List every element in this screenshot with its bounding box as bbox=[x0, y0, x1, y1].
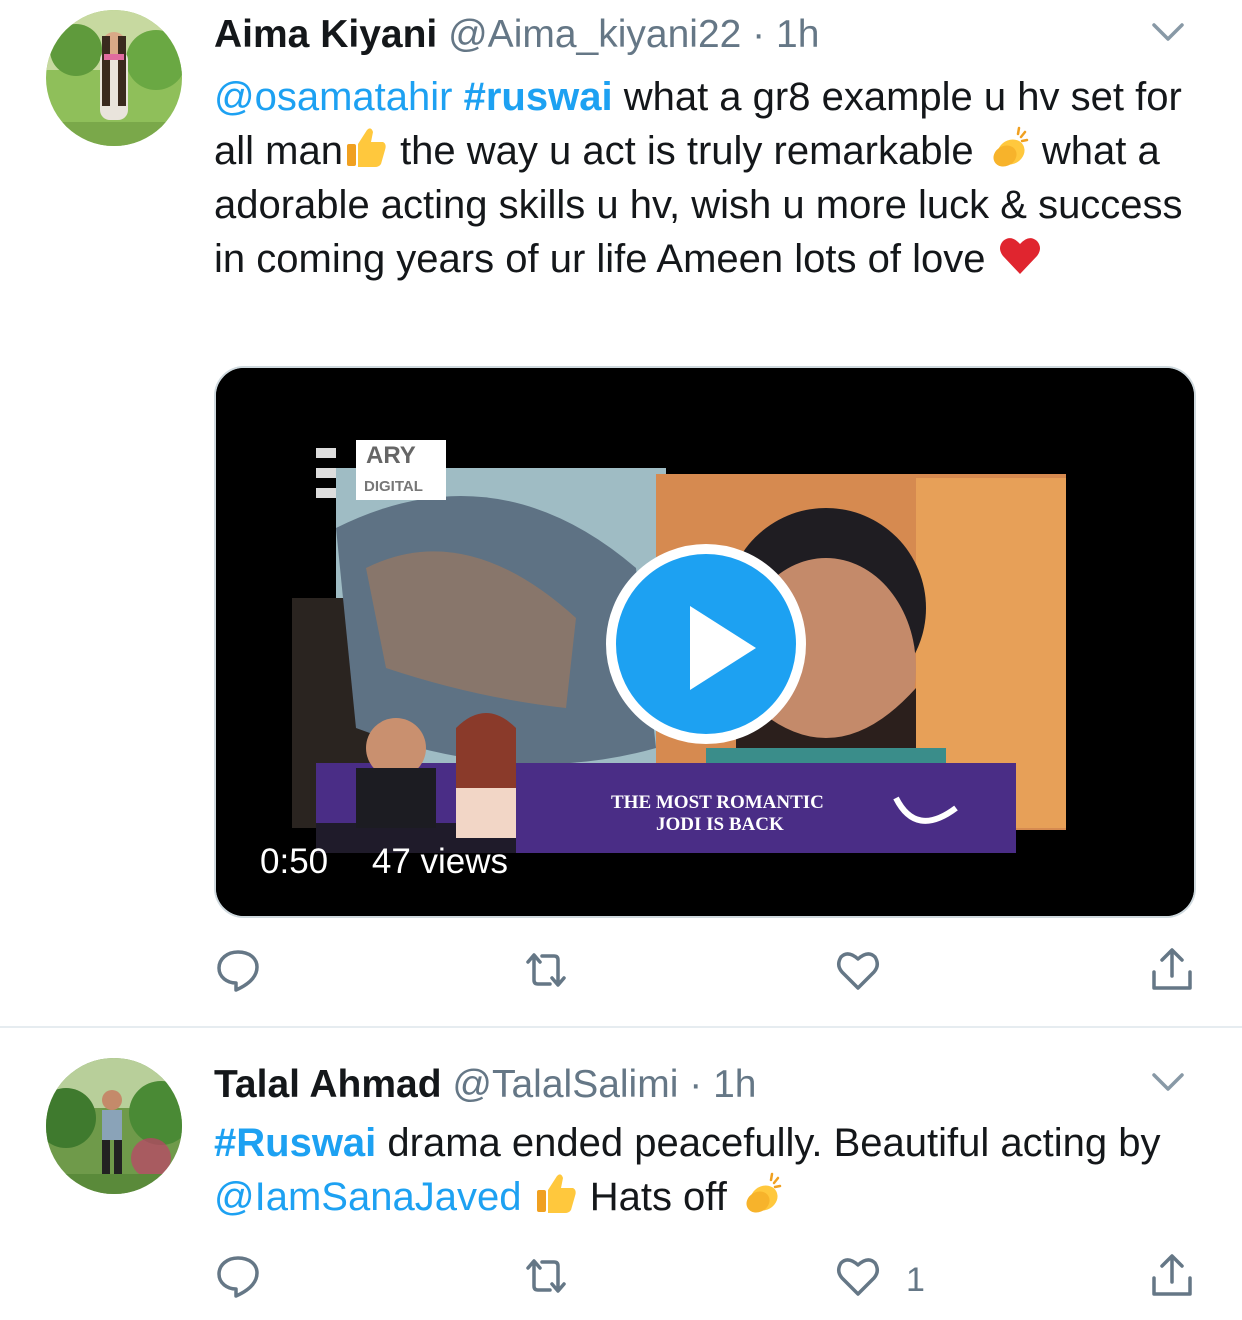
retweet-button[interactable] bbox=[522, 1250, 594, 1310]
tweet-text-segment: drama ended peacefully. Beautiful acting… bbox=[376, 1121, 1161, 1165]
separator-dot: · bbox=[689, 1063, 703, 1106]
timestamp[interactable]: 1h bbox=[713, 1063, 756, 1106]
share-button[interactable] bbox=[1148, 1250, 1220, 1310]
display-name[interactable]: Talal Ahmad bbox=[214, 1063, 442, 1106]
like-button[interactable] bbox=[834, 944, 906, 1004]
tweet-actions bbox=[214, 944, 1204, 1004]
chevron-down-icon[interactable] bbox=[1150, 14, 1186, 50]
reply-icon bbox=[214, 946, 262, 1003]
share-button[interactable] bbox=[1148, 944, 1220, 1004]
share-icon bbox=[1148, 1252, 1196, 1309]
reply-icon bbox=[214, 1252, 262, 1309]
reply-button[interactable] bbox=[214, 944, 286, 1004]
clapping-hands-emoji bbox=[738, 1170, 784, 1216]
ary-logo-text: ARY bbox=[366, 442, 416, 469]
tweet-text-segment: Hats off bbox=[578, 1175, 738, 1219]
separator-dot: · bbox=[752, 13, 766, 56]
avatar[interactable] bbox=[46, 10, 182, 146]
thumbs-up-emoji bbox=[533, 1170, 579, 1216]
video-player[interactable]: ARY DIGITAL THE MOST ROMANTIC JODI IS BA… bbox=[214, 366, 1196, 918]
heart-icon bbox=[834, 946, 882, 1003]
thumbs-up-emoji bbox=[343, 124, 389, 170]
hashtag-link[interactable]: #Ruswai bbox=[214, 1121, 376, 1165]
mention-link[interactable]: @IamSanaJaved bbox=[214, 1175, 521, 1219]
like-count: 1 bbox=[906, 1260, 925, 1299]
mention-link[interactable]: @osamatahir bbox=[214, 75, 452, 119]
retweet-icon bbox=[522, 1252, 570, 1309]
video-meta: 0:50 47 views bbox=[260, 842, 542, 882]
video-duration: 0:50 bbox=[260, 842, 329, 881]
tweet-text-segment: the way u act is truly remarkable bbox=[388, 129, 985, 173]
video-views: 47 views bbox=[371, 842, 509, 881]
red-heart-emoji bbox=[997, 232, 1043, 278]
reply-button[interactable] bbox=[214, 1250, 286, 1310]
hashtag-link[interactable]: #ruswai bbox=[464, 75, 613, 119]
user-handle[interactable]: @TalalSalimi bbox=[452, 1063, 678, 1106]
tweet-header: Talal Ahmad @TalalSalimi · 1h bbox=[214, 1060, 756, 1110]
ary-logo-subtext: DIGITAL bbox=[364, 478, 423, 495]
like-button[interactable]: 1 bbox=[834, 1250, 925, 1310]
retweet-icon bbox=[522, 946, 570, 1003]
tweet[interactable]: Aima Kiyani @Aima_kiyani22 · 1h @osamata… bbox=[0, 0, 1242, 1028]
share-icon bbox=[1148, 946, 1196, 1003]
play-button[interactable] bbox=[606, 544, 806, 744]
clapping-hands-emoji bbox=[985, 124, 1031, 170]
tweet-text: #Ruswai drama ended peacefully. Beautifu… bbox=[214, 1116, 1204, 1224]
avatar[interactable] bbox=[46, 1058, 182, 1194]
tweet-divider bbox=[0, 1026, 1242, 1028]
tweet-header: Aima Kiyani @Aima_kiyani22 · 1h bbox=[214, 10, 819, 60]
heart-icon bbox=[834, 1252, 882, 1309]
user-handle[interactable]: @Aima_kiyani22 bbox=[448, 13, 741, 56]
banner-text-line1: THE MOST ROMANTIC bbox=[611, 792, 824, 813]
tweet[interactable]: Talal Ahmad @TalalSalimi · 1h #Ruswai dr… bbox=[0, 1030, 1242, 1320]
tweet-actions: 1 bbox=[214, 1250, 1204, 1310]
timestamp[interactable]: 1h bbox=[776, 13, 819, 56]
display-name[interactable]: Aima Kiyani bbox=[214, 13, 437, 56]
banner-text-line2: JODI IS BACK bbox=[656, 814, 784, 835]
chevron-down-icon[interactable] bbox=[1150, 1064, 1186, 1100]
retweet-button[interactable] bbox=[522, 944, 594, 1004]
tweet-text: @osamatahir #ruswai what a gr8 example u… bbox=[214, 70, 1204, 286]
